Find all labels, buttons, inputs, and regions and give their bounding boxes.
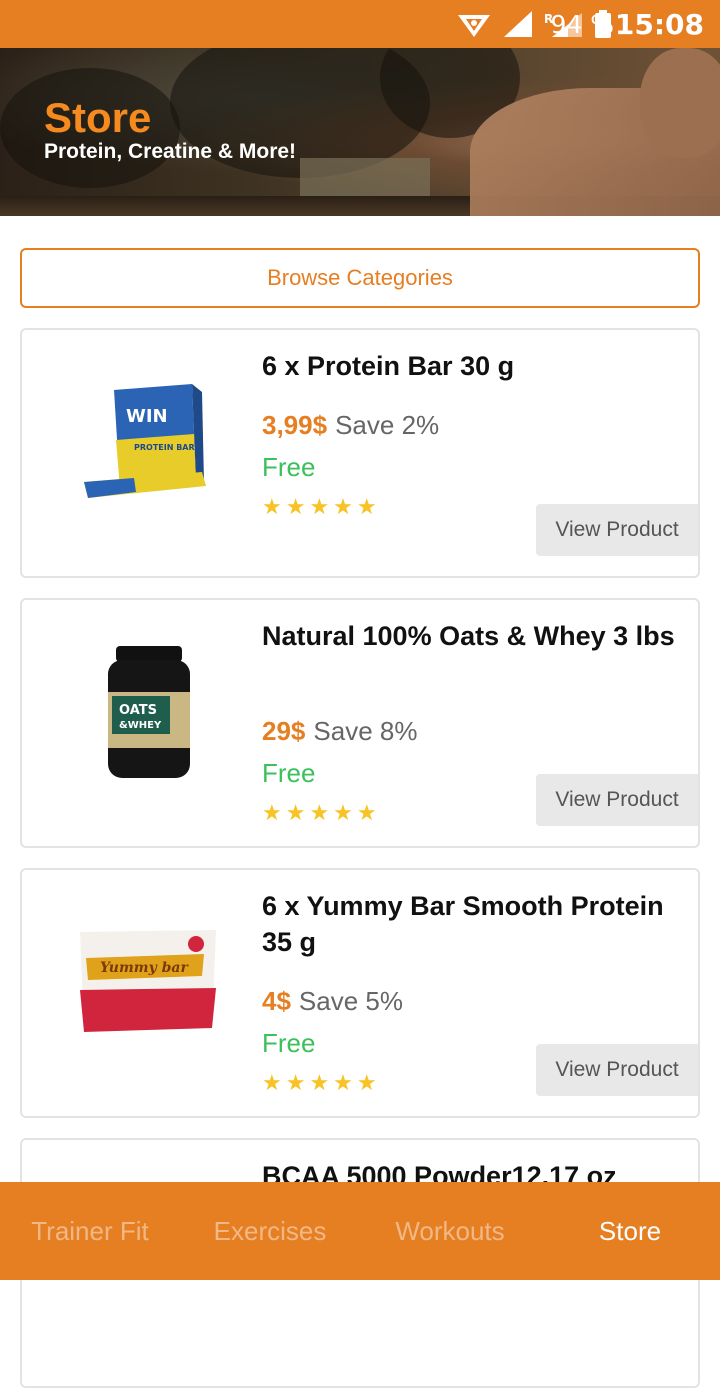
nav-tab-exercises[interactable]: Exercises xyxy=(180,1182,360,1280)
product-price: 3,99$ xyxy=(262,410,328,440)
star-rating: ★★★★★ xyxy=(262,494,381,519)
star-rating: ★★★★★ xyxy=(262,1070,381,1095)
star-rating: ★★★★★ xyxy=(262,800,381,825)
shipping-label: Free xyxy=(262,758,316,788)
product-savings: Save 5% xyxy=(298,986,403,1016)
svg-text:Yummy bar: Yummy bar xyxy=(100,960,189,976)
svg-text:PROTEIN BAR: PROTEIN BAR xyxy=(134,443,195,452)
view-product-button[interactable]: View Product xyxy=(536,504,698,556)
price-line: 29$ Save 8% xyxy=(262,716,417,747)
product-name: 6 x Yummy Bar Smooth Protein 35 g xyxy=(262,891,664,957)
product-savings: Save 2% xyxy=(335,410,440,440)
status-bar: R 94 % 15:08 xyxy=(0,0,720,48)
data-saver-icon xyxy=(458,15,490,37)
product-savings: Save 8% xyxy=(313,716,418,746)
nav-tab-store[interactable]: Store xyxy=(540,1182,720,1280)
shipping-label: Free xyxy=(262,1028,316,1058)
product-card[interactable]: OATS &WHEY Natural 100% Oats & Whey 3 lb… xyxy=(20,598,700,848)
view-product-button[interactable]: View Product xyxy=(536,774,698,826)
status-clock: 15:08 xyxy=(614,8,704,41)
shipping-label: Free xyxy=(262,452,316,482)
product-image-yummy-bar: Yummy bar xyxy=(80,930,216,1032)
product-image-protein-bar: WIN PROTEIN BAR xyxy=(84,384,206,498)
product-price: 29$ xyxy=(262,716,306,746)
athlete-head xyxy=(640,48,720,158)
product-name: 6 x Protein Bar 30 g xyxy=(262,351,515,381)
battery-percentage: 94 % xyxy=(550,10,614,39)
view-product-button[interactable]: View Product xyxy=(536,1044,698,1096)
hero-banner: Store Protein, Creatine & More! xyxy=(0,48,720,216)
signal-icon xyxy=(504,11,532,37)
page-subtitle: Protein, Creatine & More! xyxy=(44,140,297,163)
page-title: Store xyxy=(44,94,152,141)
product-name: Natural 100% Oats & Whey 3 lbs xyxy=(262,621,675,651)
svg-text:WIN: WIN xyxy=(126,406,168,427)
price-line: 4$ Save 5% xyxy=(262,986,403,1017)
browse-categories-button[interactable]: Browse Categories xyxy=(20,248,700,308)
price-line: 3,99$ Save 2% xyxy=(262,410,439,441)
bottom-navigation: Trainer Fit Exercises Workouts Store xyxy=(0,1182,720,1280)
product-card[interactable]: WIN PROTEIN BAR 6 x Protein Bar 30 g 3,9… xyxy=(20,328,700,578)
product-image-oats-whey: OATS &WHEY xyxy=(108,646,190,778)
svg-text:&WHEY: &WHEY xyxy=(119,720,162,731)
product-price: 4$ xyxy=(262,986,291,1016)
nav-tab-workouts[interactable]: Workouts xyxy=(360,1182,540,1280)
nav-tab-trainer-fit[interactable]: Trainer Fit xyxy=(0,1182,180,1280)
product-card[interactable]: Yummy bar 6 x Yummy Bar Smooth Protein 3… xyxy=(20,868,700,1118)
svg-text:OATS: OATS xyxy=(119,703,157,718)
